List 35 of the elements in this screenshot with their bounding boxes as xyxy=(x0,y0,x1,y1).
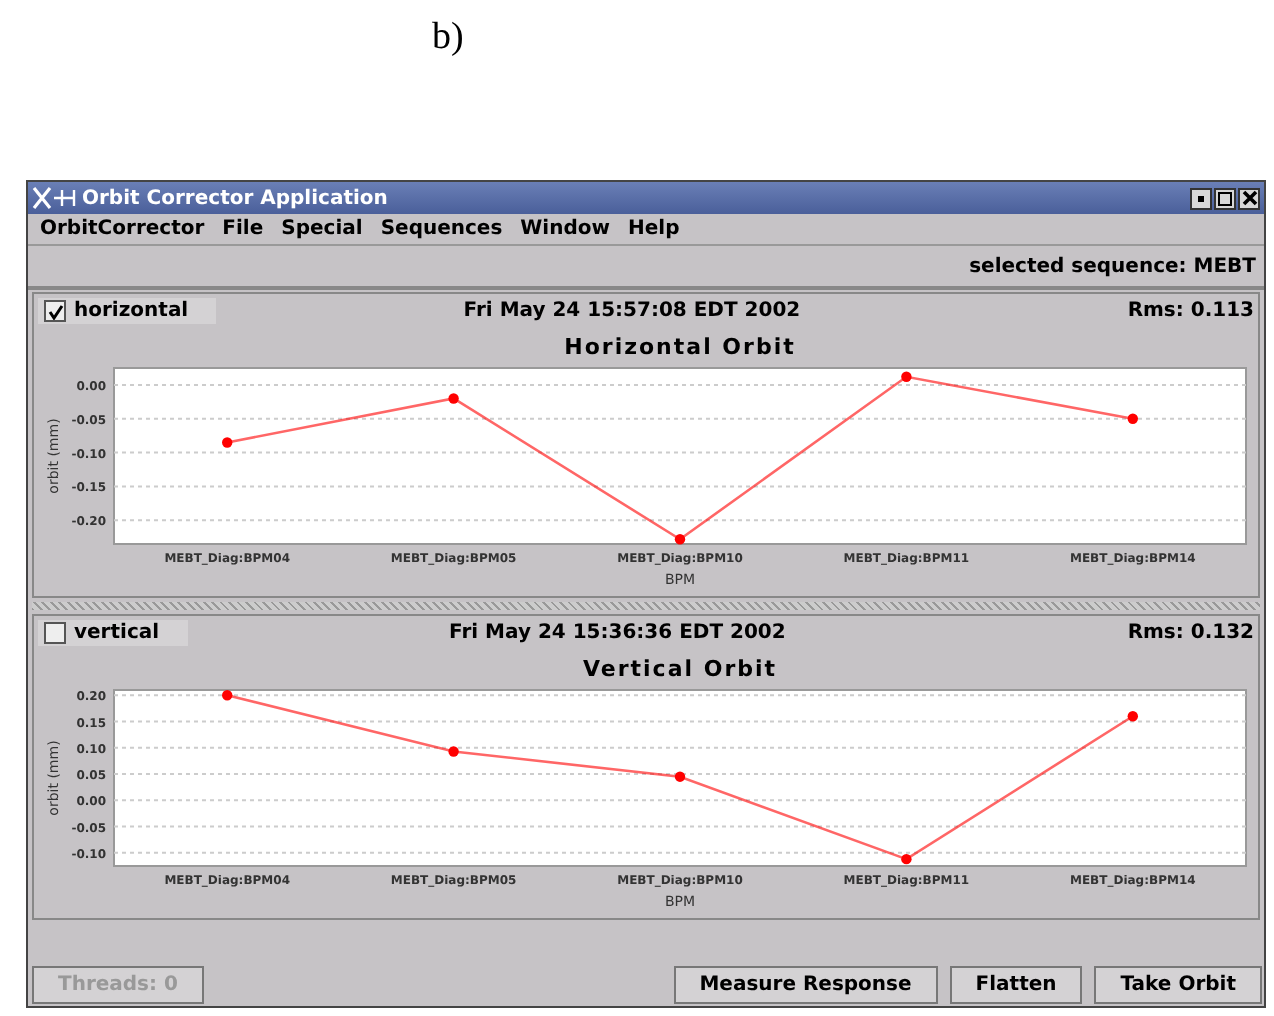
action-button[interactable]: Take Orbit xyxy=(1094,966,1262,1004)
rms-value: Rms: 0.113 xyxy=(1127,300,1254,322)
timestamp: Fri May 24 15:36:36 EDT 2002 xyxy=(447,622,788,644)
axis-checkbox[interactable]: vertical xyxy=(38,620,188,646)
rms-value: Rms: 0.132 xyxy=(1127,622,1254,644)
data-point xyxy=(1127,413,1138,424)
data-point xyxy=(222,690,233,701)
figure-label: b) xyxy=(432,16,464,60)
checkmark-icon xyxy=(47,303,63,319)
menu-item[interactable]: OrbitCorrector xyxy=(40,218,205,240)
data-point xyxy=(448,393,459,404)
chart-title: Horizontal Orbit xyxy=(564,334,796,360)
data-point xyxy=(901,853,912,865)
data-point xyxy=(674,771,686,782)
chart-title: Vertical Orbit xyxy=(582,656,778,682)
menu-item[interactable]: Help xyxy=(628,218,680,240)
menu-item[interactable]: Special xyxy=(281,218,363,240)
maximize-button[interactable] xyxy=(1214,187,1236,209)
x-logo-icon xyxy=(32,186,76,210)
data-point xyxy=(448,746,459,757)
sequence-status: selected sequence: MEBT xyxy=(969,255,1256,277)
axis-checkbox[interactable]: horizontal xyxy=(38,298,217,324)
timestamp: Fri May 24 15:57:08 EDT 2002 xyxy=(461,300,803,322)
data-point xyxy=(674,534,686,545)
close-button[interactable] xyxy=(1238,187,1260,209)
action-button[interactable]: Measure Response xyxy=(673,966,938,1004)
menu-item[interactable]: Window xyxy=(520,218,610,240)
data-point xyxy=(901,371,912,382)
action-button[interactable]: Flatten xyxy=(949,966,1083,1004)
data-point xyxy=(1127,711,1138,722)
menu-item[interactable]: File xyxy=(222,218,264,240)
menu-item[interactable]: Sequences xyxy=(380,218,503,240)
data-point xyxy=(222,437,233,448)
minimize-button[interactable] xyxy=(1190,187,1212,209)
window-title: Orbit Corrector Application xyxy=(82,187,390,209)
